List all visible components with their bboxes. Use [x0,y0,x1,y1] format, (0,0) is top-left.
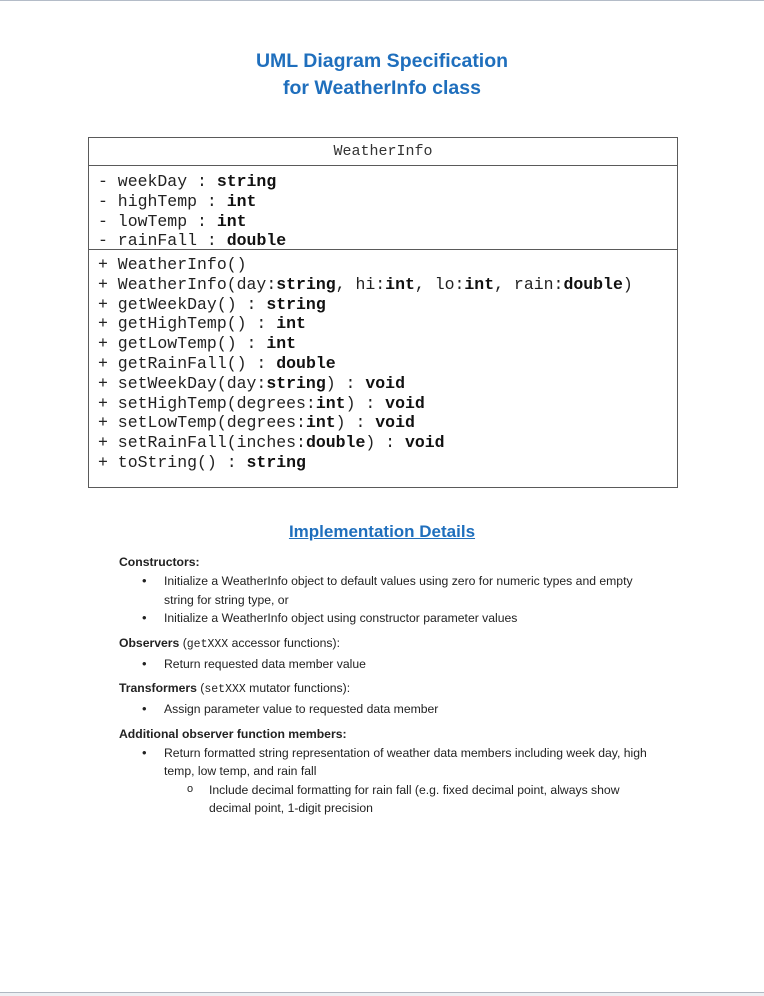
operation-type: int [385,274,415,294]
bullet-item: Assign parameter value to requested data… [119,700,659,719]
attribute-name: - highTemp : [98,191,227,211]
section-title: Transformers [119,681,197,695]
operation-text: + toString() : [98,452,247,472]
operation-type: int [305,413,336,433]
uml-attribute: - lowTemp : int [98,212,677,232]
bullet-item: Return formatted string representation o… [119,744,659,781]
uml-operation: + getRainFall() : double [98,354,677,374]
section-code: getXXX [186,637,229,651]
operation-text: + WeatherInfo() [98,255,247,274]
operation-type: int [266,334,297,354]
operation-text: + WeatherInfo(day: [98,274,277,294]
operation-type: void [404,433,445,453]
uml-class-box: WeatherInfo - weekDay : string - highTemp… [88,137,678,488]
operation-text: + setHighTemp(degrees: [98,393,316,413]
operation-type: double [276,353,336,373]
attribute-type: int [216,211,247,231]
uml-operation: + getHighTemp() : int [98,314,677,334]
section-heading: Additional observer function members: [119,725,659,743]
operation-type: string [266,373,326,393]
section-note: mutator functions): [245,681,351,695]
sub-bullet-item: Include decimal formatting for rain fall… [119,780,659,818]
section-title: Additional observer function members: [119,726,347,741]
operation-text: , lo: [414,274,465,294]
section-heading: Transformers (setXXX mutator functions): [119,679,659,699]
uml-attribute: - rainFall : double [98,231,677,251]
operation-type: int [276,314,306,334]
uml-operation: + setRainFall(inches:double) : void [98,433,677,453]
uml-attribute: - weekDay : string [98,172,677,192]
details-section: Observers (getXXX accessor functions):Re… [119,634,659,674]
operation-type: string [246,452,306,472]
implementation-details: Constructors: Initialize a WeatherInfo ob… [119,553,659,824]
section-code: setXXX [204,683,246,696]
document-title: UML Diagram Specification for WeatherInf… [0,48,764,102]
uml-operation: + getLowTemp() : int [98,334,677,354]
uml-operations: + WeatherInfo() + WeatherInfo(day:string,… [89,250,677,473]
operation-text: , hi: [335,274,386,294]
operation-text: ) : [365,433,405,453]
details-section: Constructors: Initialize a WeatherInfo ob… [119,553,659,628]
section-note: ( [179,635,187,650]
uml-operation: + toString() : string [98,453,677,473]
operation-text: + getHighTemp() : [98,314,277,334]
bullet-item: Initialize a WeatherInfo object to defau… [119,572,659,609]
attribute-type: int [226,191,257,211]
section-note: accessor functions): [228,635,340,650]
uml-class-name: WeatherInfo [89,138,677,166]
bullet-item: Initialize a WeatherInfo object using co… [119,609,659,628]
bullet-list: Return formatted string representation o… [119,744,659,818]
operation-text: + setLowTemp(degrees: [98,413,306,433]
attribute-type: string [216,172,277,191]
bullet-item: Return requested data member value [119,655,659,674]
uml-operation: + setHighTemp(degrees:int) : void [98,394,677,414]
attribute-name: - lowTemp : [98,211,217,231]
bullet-list: Return requested data member value [119,655,659,674]
uml-operation: + WeatherInfo() [98,255,677,275]
operation-text: + getWeekDay() : [98,294,267,314]
uml-operation: + setLowTemp(degrees:int) : void [98,413,677,433]
operation-type: void [375,413,415,433]
operation-type: int [464,274,495,294]
section-heading: Constructors: [119,553,659,571]
operation-type: string [266,294,326,314]
details-section: Transformers (setXXX mutator functions):… [119,679,659,719]
title-line-2: for WeatherInfo class [283,77,481,99]
section-heading: Observers (getXXX accessor functions): [119,634,659,654]
operation-text: ) [622,274,633,294]
implementation-heading: Implementation Details [288,522,476,541]
uml-operation: + getWeekDay() : string [98,295,677,315]
operation-type: double [563,274,623,294]
operation-text: + getLowTemp() : [98,334,267,354]
operation-text: ) : [335,413,376,433]
operation-text: + setRainFall(inches: [98,433,306,453]
uml-operation: + setWeekDay(day:string) : void [98,374,677,394]
operation-text: ) : [345,393,386,413]
operation-text: , rain: [494,274,564,294]
operation-type: void [365,373,405,393]
section-title: Constructors: [119,555,200,569]
attribute-name: - weekDay : [98,172,217,191]
title-line-1: UML Diagram Specification [255,50,509,72]
details-section: Additional observer function members: Ret… [119,725,659,818]
bullet-list: Initialize a WeatherInfo object to defau… [119,572,659,628]
attribute-type: double [226,231,287,251]
operation-type: string [276,274,336,294]
operation-type: void [385,393,425,413]
page-bottom-border [0,992,764,996]
operation-text: + getRainFall() : [98,353,277,373]
uml-operation: + WeatherInfo(day:string, hi:int, lo:int… [98,275,677,295]
operation-text: + setWeekDay(day: [98,373,267,393]
operation-type: int [315,393,346,413]
section-title: Observers [119,635,180,650]
attribute-name: - rainFall : [98,231,227,251]
uml-attributes: - weekDay : string - highTemp : int - lowT… [89,166,677,250]
operation-type: double [305,433,366,453]
bullet-list: Assign parameter value to requested data… [119,700,659,719]
uml-attribute: - highTemp : int [98,192,677,212]
operation-text: ) : [325,373,366,393]
